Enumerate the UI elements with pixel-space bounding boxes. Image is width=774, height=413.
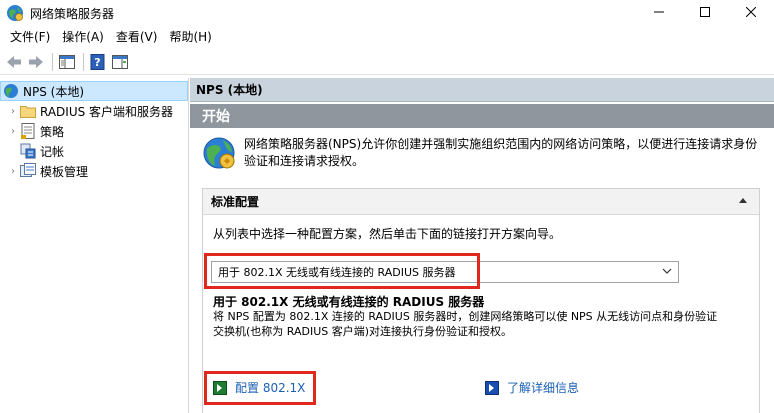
- start-section-header: 开始: [190, 104, 774, 128]
- scenario-title: 用于 802.1X 无线或有线连接的 RADIUS 服务器: [213, 295, 485, 309]
- scenario-description: 将 NPS 配置为 802.1X 连接的 RADIUS 服务器时，创建网络策略可…: [213, 309, 753, 339]
- blue-arrow-icon: [485, 380, 499, 395]
- tree-item-label: RADIUS 客户端和服务器: [40, 104, 174, 119]
- expand-chevron-icon[interactable]: ›: [6, 104, 20, 118]
- chevron-down-icon: [662, 268, 672, 274]
- console-tree: NPS (本地) › RADIUS 客户端和服务器 › 策略 记帐 › 模板管理: [0, 78, 189, 413]
- scenario-select-value: 用于 802.1X 无线或有线连接的 RADIUS 服务器: [218, 266, 456, 279]
- tree-item-label: 模板管理: [40, 164, 89, 179]
- scenario-select[interactable]: 用于 802.1X 无线或有线连接的 RADIUS 服务器: [211, 261, 679, 283]
- forward-button[interactable]: [26, 52, 46, 72]
- maximize-button[interactable]: [682, 0, 728, 24]
- scenario-description-line: 交换机(也称为 RADIUS 客户端)对连接执行身份验证和授权。: [213, 325, 513, 338]
- properties-pane-icon: [112, 54, 128, 69]
- tree-item-label: 策略: [40, 124, 65, 139]
- toolbar-separator: [52, 52, 53, 71]
- accounting-icon: [20, 143, 36, 159]
- show-hide-console-tree-button[interactable]: [57, 52, 77, 72]
- pane-header: NPS (本地): [190, 78, 774, 102]
- tree-item-label: NPS (本地): [23, 84, 85, 99]
- collapse-arrow-icon[interactable]: [739, 198, 747, 203]
- minimize-button[interactable]: [636, 0, 682, 24]
- tree-item-radius-clients[interactable]: › RADIUS 客户端和服务器: [0, 101, 188, 121]
- nps-globe-icon: [3, 83, 19, 99]
- tree-item-accounting[interactable]: 记帐: [0, 141, 188, 161]
- back-arrow-icon: [7, 55, 21, 68]
- policy-icon: [20, 123, 36, 139]
- tree-item-label: 记帐: [40, 144, 65, 159]
- nps-globe-icon: [203, 137, 235, 169]
- learn-more-label: 了解详细信息: [507, 381, 580, 395]
- console-tree-icon: [59, 54, 75, 69]
- learn-more-link[interactable]: 了解详细信息: [485, 379, 579, 396]
- title-bar: 网络策略服务器: [0, 0, 774, 26]
- configure-802-1x-link[interactable]: 配置 802.1X: [213, 379, 305, 396]
- expand-chevron-icon[interactable]: ›: [6, 164, 20, 178]
- standard-configuration-panel: 标准配置 从列表中选择一种配置方案，然后单击下面的链接打开方案向导。 用于 80…: [202, 188, 760, 413]
- menu-action[interactable]: 操作(A): [56, 26, 110, 48]
- details-pane: NPS (本地) 开始 网络策略服务器(NPS)允许你创建并强制实施组织范围内的…: [190, 78, 774, 413]
- help-icon: ?: [90, 53, 105, 70]
- back-button[interactable]: [4, 52, 24, 72]
- menu-help[interactable]: 帮助(H): [163, 26, 217, 48]
- standard-configuration-title: 标准配置: [211, 195, 260, 209]
- tree-item-policies[interactable]: › 策略: [0, 121, 188, 141]
- window-title: 网络策略服务器: [30, 6, 115, 21]
- toolbar: ?: [0, 49, 774, 75]
- green-arrow-icon: [213, 380, 227, 395]
- menu-bar: 文件(F) 操作(A) 查看(V) 帮助(H): [0, 26, 774, 48]
- expand-chevron-icon[interactable]: ›: [6, 124, 20, 138]
- forward-arrow-icon: [29, 55, 43, 68]
- template-icon: [20, 163, 36, 179]
- properties-button[interactable]: [110, 52, 130, 72]
- configure-link-label: 配置 802.1X: [235, 381, 306, 395]
- nps-globe-icon: [7, 5, 23, 21]
- toolbar-separator: [83, 52, 84, 71]
- menu-file[interactable]: 文件(F): [4, 26, 56, 48]
- svg-text:?: ?: [94, 56, 100, 69]
- folder-icon: [20, 103, 36, 119]
- standard-configuration-header[interactable]: 标准配置: [203, 189, 759, 215]
- minimize-icon: [654, 11, 664, 13]
- maximize-icon: [700, 7, 710, 17]
- intro-section: 网络策略服务器(NPS)允许你创建并强制实施组织范围内的网络访问策略，以便进行连…: [202, 136, 762, 180]
- scenario-description-line: 将 NPS 配置为 802.1X 连接的 RADIUS 服务器时，创建网络策略可…: [213, 310, 718, 323]
- intro-text-line: 验证和连接请求授权。: [244, 154, 365, 168]
- configuration-instruction: 从列表中选择一种配置方案，然后单击下面的链接打开方案向导。: [213, 227, 562, 241]
- intro-text-line: 网络策略服务器(NPS)允许你创建并强制实施组织范围内的网络访问策略，以便进行连…: [244, 137, 758, 151]
- close-icon: [746, 7, 756, 17]
- menu-view[interactable]: 查看(V): [110, 26, 164, 48]
- tree-item-template-management[interactable]: › 模板管理: [0, 161, 188, 181]
- help-button[interactable]: ?: [88, 52, 108, 72]
- close-button[interactable]: [728, 0, 774, 24]
- tree-item-nps-local[interactable]: NPS (本地): [0, 81, 188, 101]
